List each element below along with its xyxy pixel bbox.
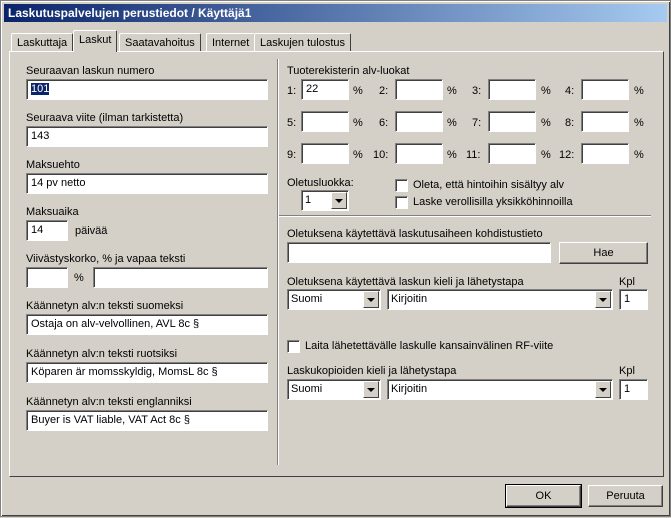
interest-text-input[interactable] xyxy=(93,267,268,288)
ok-button[interactable]: OK xyxy=(505,484,582,508)
copies-language-select[interactable]: Suomi xyxy=(287,379,381,400)
vat-class-number: 5: xyxy=(287,117,297,129)
copies-language-method-label: Laskukopioiden kieli ja lähetystapa xyxy=(287,365,457,377)
default-class-value: 1 xyxy=(305,194,312,206)
vat-class-input[interactable] xyxy=(301,111,349,132)
copies-method-select[interactable]: Kirjoitin xyxy=(387,379,613,400)
vat-class-number: 6: xyxy=(379,117,389,129)
vat-class-input[interactable] xyxy=(581,79,629,100)
vat-class-number: 3: xyxy=(472,85,482,97)
vat-class-unit: % xyxy=(541,117,551,129)
reverse-vat-sv-label: Käännetyn alv:n teksti ruotsiksi xyxy=(26,348,178,360)
prices-include-vat-label: Oleta, että hintoihin sisältyy alv xyxy=(413,179,565,191)
chevron-down-icon[interactable] xyxy=(595,381,611,398)
reverse-vat-fi-label: Käännetyn alv:n teksti suomeksi xyxy=(26,300,184,312)
copies-language-value: Suomi xyxy=(291,383,323,395)
vat-class-number: 8: xyxy=(565,117,575,129)
vat-class-number: 11: xyxy=(466,149,481,161)
cancel-button[interactable]: Peruuta xyxy=(588,485,663,507)
chevron-down-icon[interactable] xyxy=(331,192,347,209)
next-invoice-input[interactable]: 101 xyxy=(26,79,268,100)
default-class-label: Oletusluokka: xyxy=(287,177,354,189)
payment-time-unit: päivää xyxy=(75,225,108,237)
next-invoice-label: Seuraavan laskun numero xyxy=(26,65,155,77)
vat-class-unit: % xyxy=(634,85,644,97)
copies-quantity-label: Kpl xyxy=(619,365,635,377)
taxable-unit-prices-checkbox[interactable] xyxy=(395,196,408,209)
invoice-language-select[interactable]: Suomi xyxy=(287,289,381,310)
payment-time-input[interactable]: 14 xyxy=(26,220,68,241)
vat-class-number: 2: xyxy=(379,85,389,97)
vat-class-input[interactable] xyxy=(395,111,443,132)
vat-class-number: 4: xyxy=(565,85,575,97)
reverse-vat-fi-input[interactable]: Ostaja on alv-velvollinen, AVL 8c § xyxy=(26,314,268,335)
vat-class-input[interactable] xyxy=(395,79,443,100)
invoice-method-value: Kirjoitin xyxy=(391,293,428,305)
vat-class-input[interactable] xyxy=(301,143,349,164)
vat-class-unit: % xyxy=(447,85,457,97)
copies-quantity-input[interactable]: 1 xyxy=(619,379,648,400)
invoice-language-value: Suomi xyxy=(291,293,323,305)
vat-class-input[interactable]: 22 xyxy=(301,79,349,100)
payment-terms-label: Maksuehto xyxy=(26,159,80,171)
vat-class-number: 10: xyxy=(373,149,389,161)
vat-class-number: 7: xyxy=(472,117,482,129)
payment-terms-input[interactable]: 14 pv netto xyxy=(26,173,268,194)
vat-class-input[interactable] xyxy=(488,143,536,164)
vat-class-unit: % xyxy=(353,149,363,161)
vat-class-unit: % xyxy=(634,117,644,129)
invoice-quantity-input[interactable]: 1 xyxy=(619,289,648,310)
vat-class-unit: % xyxy=(541,85,551,97)
taxable-unit-prices-label: Laske verollisilla yksikköhinnoilla xyxy=(413,196,573,208)
vat-class-number: 12: xyxy=(559,149,575,161)
vat-class-unit: % xyxy=(353,85,363,97)
vat-classes-title: Tuoterekisterin alv-luokat xyxy=(287,65,410,77)
interest-rate-input[interactable] xyxy=(26,267,68,288)
vat-class-input[interactable] xyxy=(581,143,629,164)
default-subject-label: Oletuksena käytettävä laskutusaiheen koh… xyxy=(287,228,543,240)
fetch-button[interactable]: Hae xyxy=(559,242,648,264)
vat-class-unit: % xyxy=(447,149,457,161)
column-divider xyxy=(277,59,279,465)
interest-unit: % xyxy=(74,272,84,284)
vat-class-unit: % xyxy=(634,149,644,161)
language-method-label: Oletuksena käytettävä laskun kieli ja lä… xyxy=(287,276,524,288)
panel-content: Seuraavan laskun numero 101 Seuraava vii… xyxy=(1,1,671,518)
reverse-vat-en-input[interactable]: Buyer is VAT liable, VAT Act 8c § xyxy=(26,410,268,431)
vat-class-input[interactable] xyxy=(488,111,536,132)
vat-class-number: 9: xyxy=(287,149,297,161)
interest-label: Viivästyskorko, % ja vapaa teksti xyxy=(26,253,186,265)
quantity-label: Kpl xyxy=(619,276,635,288)
chevron-down-icon[interactable] xyxy=(595,291,611,308)
rf-reference-label: Laita lähetettävälle laskulle kansainväl… xyxy=(305,340,554,352)
default-subject-input[interactable] xyxy=(287,242,551,263)
vat-class-input[interactable] xyxy=(395,143,443,164)
copies-method-value: Kirjoitin xyxy=(391,383,428,395)
dialog-window: Laskutuspalvelujen perustiedot / Käyttäj… xyxy=(0,0,671,517)
vat-class-unit: % xyxy=(541,149,551,161)
invoice-method-select[interactable]: Kirjoitin xyxy=(387,289,613,310)
payment-time-label: Maksuaika xyxy=(26,206,79,218)
next-reference-input[interactable]: 143 xyxy=(26,126,268,147)
chevron-down-icon[interactable] xyxy=(363,291,379,308)
vat-class-unit: % xyxy=(447,117,457,129)
vat-class-input[interactable] xyxy=(488,79,536,100)
reverse-vat-en-label: Käännetyn alv:n teksti englanniksi xyxy=(26,396,192,408)
reverse-vat-sv-input[interactable]: Köparen är momsskyldig, MomsL 8c § xyxy=(26,362,268,383)
vat-class-input[interactable] xyxy=(581,111,629,132)
vat-class-number: 1: xyxy=(287,85,297,97)
next-invoice-value: 101 xyxy=(31,83,50,95)
rf-reference-checkbox[interactable] xyxy=(287,340,300,353)
chevron-down-icon[interactable] xyxy=(363,381,379,398)
prices-include-vat-checkbox[interactable] xyxy=(395,179,408,192)
vat-class-unit: % xyxy=(353,117,363,129)
section-divider xyxy=(279,215,651,217)
default-class-select[interactable]: 1 xyxy=(301,190,349,211)
next-reference-label: Seuraava viite (ilman tarkistetta) xyxy=(26,112,184,124)
